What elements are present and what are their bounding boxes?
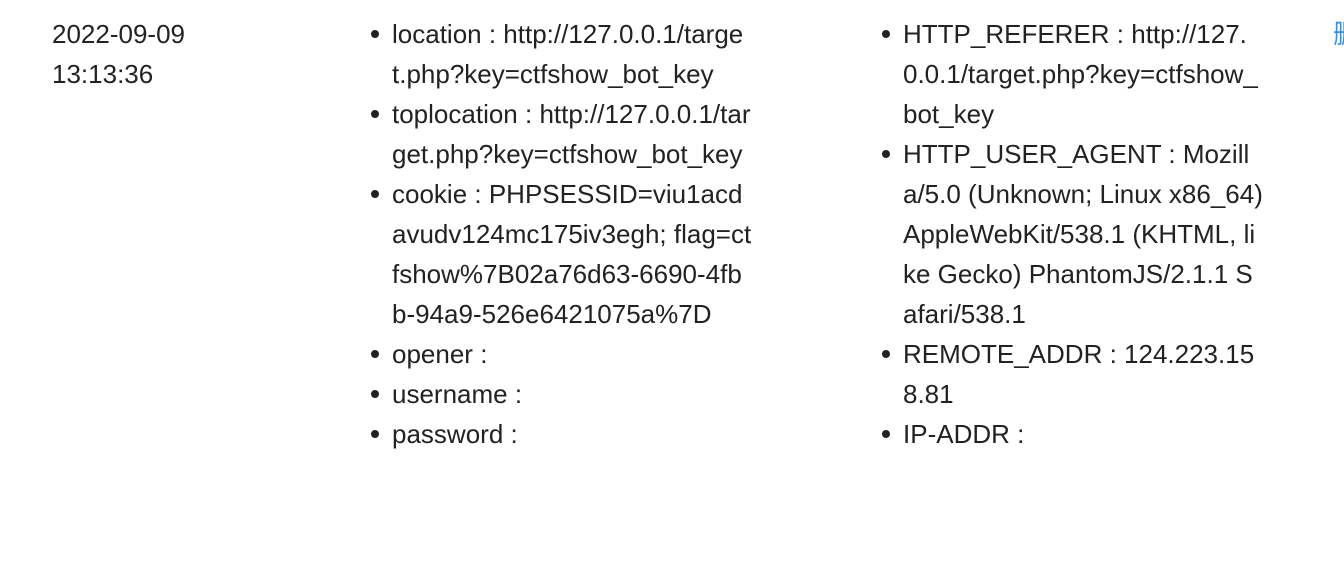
client-info-username: username : <box>371 374 754 414</box>
client-info-location: location : http://127.0.0.1/target.php?k… <box>371 14 754 94</box>
client-info-password: password : <box>371 414 754 454</box>
item-key: HTTP_REFERER <box>903 19 1110 49</box>
server-info-remote-addr: REMOTE_ADDR : 124.223.158.81 <box>882 334 1265 414</box>
server-info-http-referer: HTTP_REFERER : http://127.0.0.1/target.p… <box>882 14 1265 134</box>
server-info-ip-addr: IP-ADDR : <box>882 414 1265 454</box>
client-info-list: location : http://127.0.0.1/target.php?k… <box>371 14 754 454</box>
client-info-cookie: cookie : PHPSESSID=viu1acdavudv124mc175i… <box>371 174 754 334</box>
client-info-opener: opener : <box>371 334 754 374</box>
delete-link[interactable]: 删 <box>1333 14 1344 54</box>
item-key: HTTP_USER_AGENT <box>903 139 1162 169</box>
record-timestamp: 2022-09-09 13:13:36 <box>52 14 232 94</box>
server-info-list: HTTP_REFERER : http://127.0.0.1/target.p… <box>882 14 1265 454</box>
server-info-user-agent: HTTP_USER_AGENT : Mozilla/5.0 (Unknown; … <box>882 134 1265 334</box>
item-key: REMOTE_ADDR <box>903 339 1103 369</box>
record-time: 13:13:36 <box>52 59 154 89</box>
item-key: cookie <box>392 179 468 209</box>
item-key: opener <box>392 339 473 369</box>
item-key: IP-ADDR <box>903 419 1010 449</box>
item-key: location <box>392 19 482 49</box>
client-info-toplocation: toplocation : http://127.0.0.1/target.ph… <box>371 94 754 174</box>
item-key: username <box>392 379 508 409</box>
record-date: 2022-09-09 <box>52 19 185 49</box>
item-key: toplocation <box>392 99 518 129</box>
item-key: password <box>392 419 504 449</box>
